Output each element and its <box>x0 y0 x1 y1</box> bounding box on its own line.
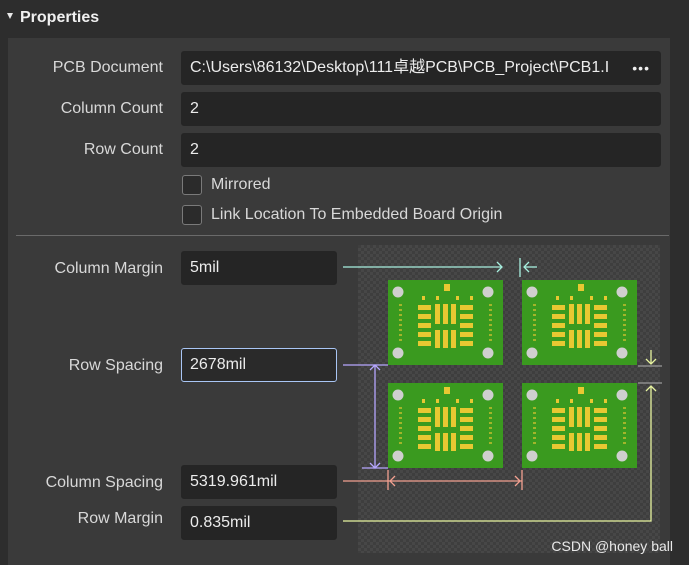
row-count-input[interactable]: 2 <box>181 133 661 167</box>
pcb-document-label: PCB Document <box>52 59 163 76</box>
pcb-document-value: C:\Users\86132\Desktop\111卓越PCB\PCB_Proj… <box>190 59 610 76</box>
column-spacing-input[interactable]: 5319.961mil <box>181 465 337 499</box>
link-location-label: Link Location To Embedded Board Origin <box>211 206 503 223</box>
section-divider <box>16 235 669 236</box>
pcb-document-field[interactable]: C:\Users\86132\Desktop\111卓越PCB\PCB_Proj… <box>181 51 661 85</box>
column-margin-input[interactable]: 5mil <box>181 251 337 285</box>
panel-title: Properties <box>20 9 100 26</box>
mirrored-checkbox[interactable] <box>182 175 202 195</box>
column-spacing-label: Column Spacing <box>45 474 163 491</box>
column-count-label: Column Count <box>60 100 163 117</box>
link-location-checkbox[interactable] <box>182 205 202 225</box>
browse-more-button[interactable]: ••• <box>632 52 650 84</box>
row-count-label: Row Count <box>83 141 163 158</box>
mirrored-label: Mirrored <box>211 176 271 193</box>
panelization-diagram <box>358 245 660 553</box>
properties-header[interactable]: Properties <box>0 0 689 36</box>
collapse-triangle-icon[interactable] <box>7 13 13 19</box>
column-margin-label: Column Margin <box>54 260 163 277</box>
row-spacing-label: Row Spacing <box>68 357 163 374</box>
row-spacing-input[interactable]: 2678mil <box>181 348 337 382</box>
column-count-input[interactable]: 2 <box>181 92 661 126</box>
row-margin-input[interactable]: 0.835mil <box>181 506 337 540</box>
row-margin-label: Row Margin <box>77 510 163 527</box>
watermark-text: CSDN @honey ball <box>551 538 673 554</box>
